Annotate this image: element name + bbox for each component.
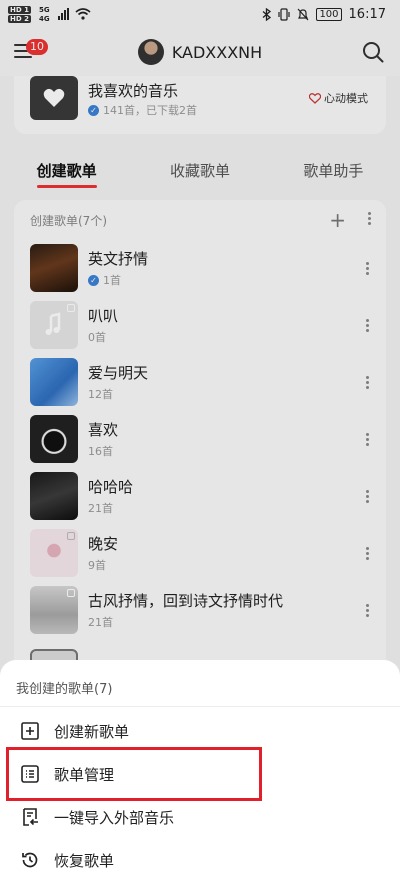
- plus-square-icon: [21, 722, 39, 740]
- sheet-title: 我创建的歌单(7): [16, 682, 113, 697]
- divider: [0, 706, 400, 707]
- highlight-box: [6, 747, 262, 801]
- import-music-label: 一键导入外部音乐: [54, 808, 175, 827]
- bottom-sheet: 我创建的歌单(7) 创建新歌单 歌单管理 一键导入外部音乐 恢复歌单: [0, 660, 400, 888]
- restore-icon: [22, 852, 38, 868]
- app-page: HD 1 HD 2 5G 4G 100 16:17 10 KADXXXNH 我喜…: [0, 0, 400, 888]
- create-playlist-label: 创建新歌单: [54, 722, 130, 741]
- import-music-item[interactable]: 一键导入外部音乐: [0, 795, 400, 839]
- restore-playlist-label: 恢复歌单: [54, 851, 115, 870]
- import-icon: [23, 808, 38, 826]
- restore-playlist-item[interactable]: 恢复歌单: [0, 838, 400, 882]
